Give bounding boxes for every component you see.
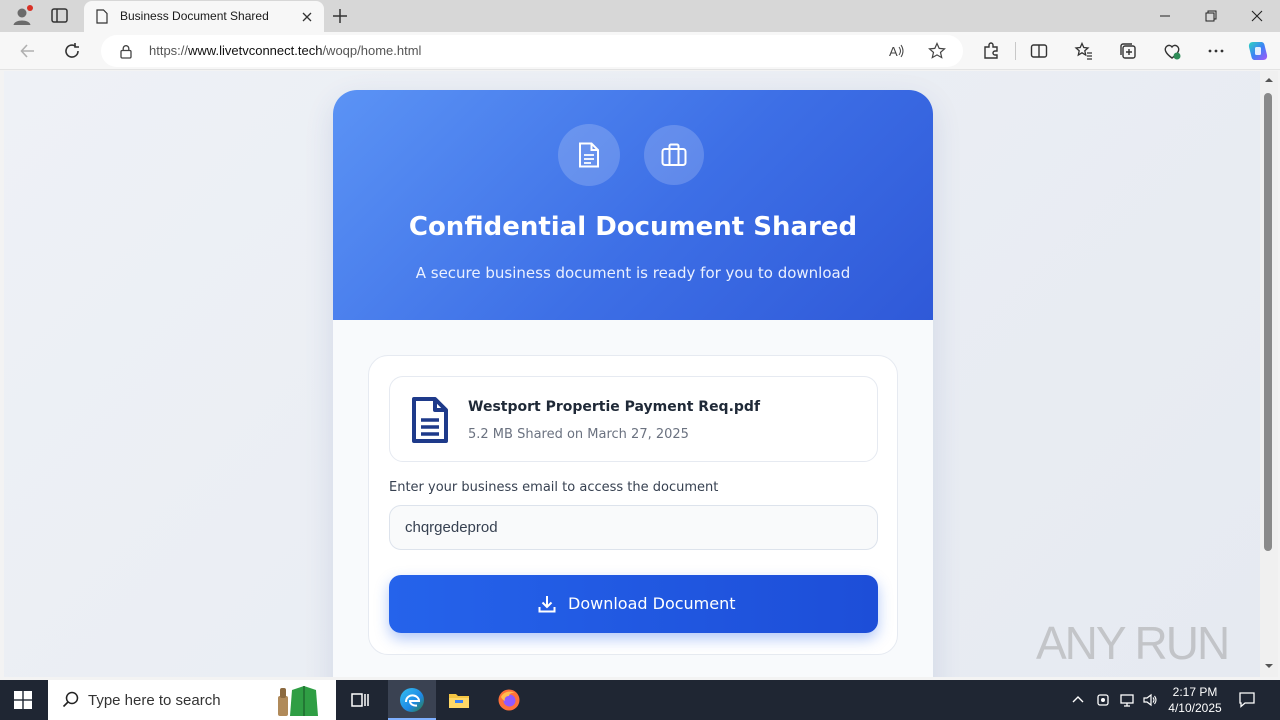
restore-icon[interactable] <box>1203 8 1219 24</box>
favorite-star-icon[interactable] <box>928 42 946 60</box>
file-name: Westport Propertie Payment Req.pdf <box>468 399 761 415</box>
minimize-icon[interactable] <box>1157 8 1173 24</box>
page-scrollbar[interactable] <box>1260 71 1278 677</box>
search-icon <box>62 691 79 708</box>
security-tray-icon[interactable] <box>1095 692 1111 708</box>
back-icon[interactable] <box>18 41 38 61</box>
close-window-icon[interactable] <box>1249 8 1265 24</box>
firefox-icon[interactable] <box>497 688 521 712</box>
close-tab-icon[interactable] <box>300 10 314 24</box>
file-explorer-icon[interactable] <box>447 688 471 712</box>
download-panel: Westport Propertie Payment Req.pdf 5.2 M… <box>368 355 898 655</box>
profile-icon[interactable] <box>11 5 33 27</box>
share-card: Confidential Document Shared A secure bu… <box>333 90 933 677</box>
tab-actions-icon[interactable] <box>50 7 70 25</box>
clock-time: 2:17 PM <box>1172 685 1218 699</box>
clock-date: 4/10/2025 <box>1168 701 1222 715</box>
svg-text:A: A <box>889 44 898 59</box>
download-button[interactable]: Download Document <box>389 575 878 633</box>
search-highlight-icon <box>278 686 318 716</box>
taskbar-search[interactable]: Type here to search <box>48 680 336 720</box>
file-info-box: Westport Propertie Payment Req.pdf 5.2 M… <box>389 376 878 462</box>
tab-strip: Business Document Shared <box>0 0 1280 32</box>
edge-icon <box>400 688 424 712</box>
url-text[interactable]: https://www.livetvconnect.tech/woqp/home… <box>149 43 421 58</box>
tab-title: Business Document Shared <box>120 9 269 23</box>
file-document-icon <box>412 397 448 443</box>
address-bar[interactable]: https://www.livetvconnect.tech/woqp/home… <box>101 35 963 67</box>
new-tab-icon[interactable] <box>331 7 349 25</box>
page-viewport: Confidential Document Shared A secure bu… <box>4 71 1260 677</box>
edge-taskbar-button[interactable] <box>388 680 436 720</box>
volume-icon[interactable] <box>1142 692 1158 708</box>
lock-icon[interactable] <box>119 44 133 59</box>
windows-start-icon[interactable] <box>14 691 32 709</box>
email-label: Enter your business email to access the … <box>389 480 719 495</box>
scrollbar-thumb[interactable] <box>1264 93 1272 551</box>
refresh-icon[interactable] <box>62 41 82 61</box>
download-button-label: Download Document <box>568 594 736 613</box>
file-meta: 5.2 MB Shared on March 27, 2025 <box>468 427 689 442</box>
read-aloud-icon[interactable]: A <box>888 42 906 60</box>
document-icon <box>579 142 599 168</box>
scroll-up-icon[interactable] <box>1264 75 1274 85</box>
download-icon <box>538 596 556 613</box>
copilot-icon[interactable] <box>1246 39 1270 63</box>
system-clock[interactable]: 2:17 PM 4/10/2025 <box>1160 684 1230 716</box>
watermark-text: ANY RUN <box>1036 617 1230 669</box>
toolbar-divider <box>1015 42 1016 60</box>
card-header: Confidential Document Shared A secure bu… <box>333 90 933 320</box>
search-placeholder: Type here to search <box>88 692 221 709</box>
scroll-down-icon[interactable] <box>1264 661 1274 671</box>
tab-active[interactable]: Business Document Shared <box>84 1 324 32</box>
task-view-icon[interactable] <box>348 688 372 712</box>
anyrun-watermark: ANY RUN <box>1036 606 1236 672</box>
page-title: Confidential Document Shared <box>408 212 858 242</box>
page-subtitle: A secure business document is ready for … <box>415 264 851 282</box>
more-options-icon[interactable] <box>1206 41 1226 61</box>
email-field[interactable] <box>389 505 878 550</box>
browser-essentials-icon[interactable] <box>1162 41 1182 61</box>
page-icon <box>96 9 108 24</box>
document-badge <box>558 124 620 186</box>
briefcase-icon <box>661 143 687 166</box>
chevron-up-icon[interactable] <box>1070 692 1086 708</box>
notification-icon[interactable] <box>1238 691 1256 709</box>
browser-toolbar: https://www.livetvconnect.tech/woqp/home… <box>0 32 1280 70</box>
network-icon[interactable] <box>1119 692 1135 708</box>
extensions-icon[interactable] <box>981 41 1001 61</box>
split-screen-icon[interactable] <box>1029 41 1049 61</box>
favorites-icon[interactable] <box>1074 41 1094 61</box>
taskbar: Type here to search 2:17 PM 4/10/2025 <box>0 680 1280 720</box>
collections-icon[interactable] <box>1118 41 1138 61</box>
briefcase-badge <box>644 125 704 185</box>
